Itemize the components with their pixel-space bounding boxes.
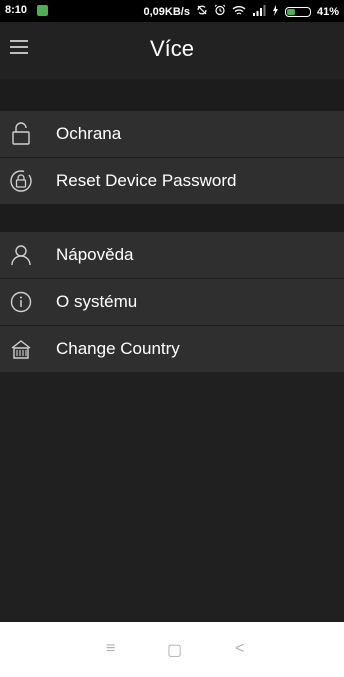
menu-item-label: O systému [56, 292, 138, 311]
wifi-icon [232, 5, 246, 19]
menu-item-help[interactable]: Nápověda [0, 232, 344, 278]
battery-percent: 41% [316, 5, 339, 18]
app-bar: Více [0, 22, 344, 79]
menu-item-label: Change Country [56, 339, 180, 358]
notification-icon [37, 5, 48, 16]
status-time: 8:10 [5, 4, 28, 16]
status-bar: 8:10 0,09KB/s 41% [0, 0, 344, 22]
battery-fill [286, 8, 295, 15]
user-icon [8, 242, 34, 268]
menu-item-label: Ochrana [56, 124, 122, 143]
building-icon [8, 336, 34, 362]
signal-icon [252, 4, 266, 19]
back-button[interactable]: < [235, 640, 244, 658]
home-button[interactable]: ▢ [167, 640, 182, 660]
charging-icon [272, 4, 279, 19]
section-spacer [0, 79, 344, 111]
menu-item-protection[interactable]: Ochrana [0, 111, 344, 157]
network-speed: 0,09KB/s [143, 5, 190, 18]
menu-item-label: Reset Device Password [56, 171, 237, 190]
status-right: 0,09KB/s 41% [143, 4, 339, 19]
section-info: Nápověda O systému Change Country [0, 232, 344, 372]
info-icon [8, 289, 34, 315]
battery-icon [284, 6, 311, 17]
system-navigation-bar: ≡ ▢ < [0, 622, 344, 677]
section-spacer [0, 204, 344, 232]
menu-item-change-country[interactable]: Change Country [0, 325, 344, 372]
menu-item-label: Nápověda [56, 245, 134, 264]
lock-reset-icon [8, 168, 34, 194]
alarm-icon [214, 4, 226, 19]
lock-icon [8, 121, 34, 147]
menu-item-about-system[interactable]: O systému [0, 278, 344, 325]
menu-item-reset-device-password[interactable]: Reset Device Password [0, 157, 344, 204]
section-security: Ochrana Reset Device Password [0, 111, 344, 204]
sync-off-icon [196, 4, 208, 19]
recent-apps-button[interactable]: ≡ [106, 640, 115, 658]
page-title: Více [149, 36, 195, 61]
